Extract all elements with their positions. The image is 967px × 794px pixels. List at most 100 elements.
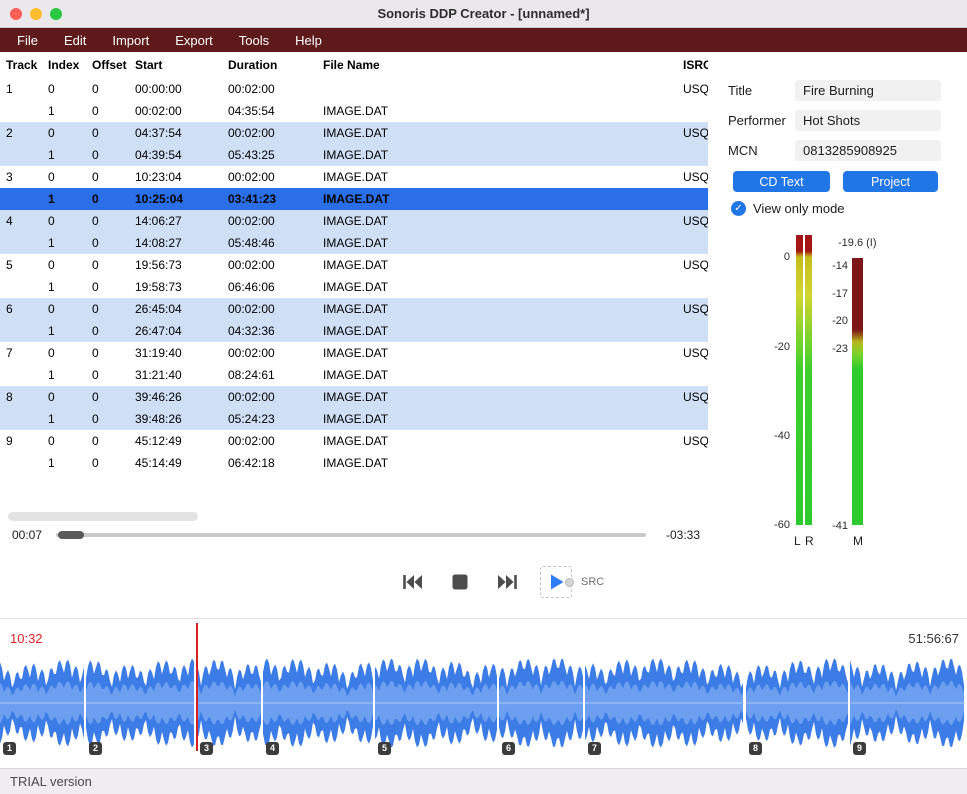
table-row[interactable]: 30010:23:0400:02:00IMAGE.DATUSQ (0, 166, 708, 188)
waveform-segment[interactable]: 9 (850, 657, 967, 749)
cell-track: 6 (0, 302, 42, 316)
track-badge: 8 (749, 742, 762, 755)
cell-file: IMAGE.DAT (317, 258, 672, 272)
playback-time-bar: 00:07 -03:33 (0, 523, 708, 546)
stop-button[interactable] (444, 566, 476, 598)
table-row[interactable]: 1026:47:0404:32:36IMAGE.DAT (0, 320, 708, 342)
performer-label: Performer (728, 110, 786, 131)
title-input[interactable] (795, 80, 941, 101)
table-body: 10000:00:0000:02:00USQ1000:02:0004:35:54… (0, 78, 708, 474)
mcn-label: MCN (728, 140, 758, 161)
cell-index: 1 (42, 280, 86, 294)
waveform-graphic (375, 657, 497, 749)
cell-duration: 05:43:25 (222, 148, 317, 162)
zoom-window-button[interactable] (50, 8, 62, 20)
cell-file: IMAGE.DAT (317, 214, 672, 228)
table-row[interactable]: 1019:58:7306:46:06IMAGE.DAT (0, 276, 708, 298)
menu-item-tools[interactable]: Tools (226, 28, 282, 52)
trial-version-label: TRIAL version (10, 774, 92, 789)
close-window-button[interactable] (10, 8, 22, 20)
waveform-segment[interactable]: 8 (746, 657, 850, 749)
meter-scale-label: -17 (778, 288, 848, 300)
cell-start: 31:21:40 (129, 368, 222, 382)
cd-text-button[interactable]: CD Text (733, 171, 830, 192)
track-badge: 6 (502, 742, 515, 755)
table-row[interactable]: 1039:48:2605:24:23IMAGE.DAT (0, 408, 708, 430)
cell-offset: 0 (86, 148, 129, 162)
menu-item-import[interactable]: Import (99, 28, 162, 52)
table-row[interactable]: 1014:08:2705:48:46IMAGE.DAT (0, 232, 708, 254)
track-badge: 1 (3, 742, 16, 755)
table-row[interactable]: 80039:46:2600:02:00IMAGE.DATUSQ (0, 386, 708, 408)
mcn-input[interactable] (795, 140, 941, 161)
waveform-graphic (86, 657, 195, 749)
column-header-offset[interactable]: Offset (86, 58, 129, 72)
column-header-index[interactable]: Index (42, 58, 86, 72)
cell-start: 04:39:54 (129, 148, 222, 162)
playback-slider[interactable] (56, 533, 646, 537)
menu-item-edit[interactable]: Edit (51, 28, 99, 52)
menu-item-help[interactable]: Help (282, 28, 335, 52)
column-header-file-name[interactable]: File Name (317, 58, 672, 72)
waveform-segment[interactable]: 7 (585, 657, 746, 749)
track-badge: 2 (89, 742, 102, 755)
cell-duration: 04:32:36 (222, 324, 317, 338)
cell-duration: 00:02:00 (222, 214, 317, 228)
project-button[interactable]: Project (843, 171, 938, 192)
next-track-button[interactable] (492, 566, 524, 598)
horizontal-scrollbar[interactable] (8, 512, 198, 521)
cell-isrc: USQ (672, 434, 708, 448)
table-row[interactable]: 60026:45:0400:02:00IMAGE.DATUSQ (0, 298, 708, 320)
cell-offset: 0 (86, 302, 129, 316)
waveform-segment[interactable]: 5 (375, 657, 499, 749)
table-row[interactable]: 1000:02:0004:35:54IMAGE.DAT (0, 100, 708, 122)
performer-input[interactable] (795, 110, 941, 131)
view-only-checkbox[interactable]: ✓ View only mode (731, 201, 845, 216)
cell-offset: 0 (86, 324, 129, 338)
cell-offset: 0 (86, 280, 129, 294)
table-row[interactable]: 90045:12:4900:02:00IMAGE.DATUSQ (0, 430, 708, 452)
remaining-time: -03:33 (656, 528, 700, 542)
cell-index: 1 (42, 456, 86, 470)
cd-text-panel: Title Performer MCN CD Text Project ✓ Vi… (708, 52, 967, 546)
column-header-track[interactable]: Track (0, 58, 42, 72)
table-row[interactable]: 1031:21:4008:24:61IMAGE.DAT (0, 364, 708, 386)
cell-isrc: USQ (672, 82, 708, 96)
cell-start: 10:25:04 (129, 192, 222, 206)
playhead-cursor[interactable] (196, 623, 198, 751)
cell-offset: 0 (86, 412, 129, 426)
window-title: Sonoris DDP Creator - [unnamed*] (0, 6, 967, 21)
minimize-window-button[interactable] (30, 8, 42, 20)
waveform-segment[interactable]: 4 (263, 657, 375, 749)
skip-back-icon (400, 570, 424, 594)
waveform-graphic (499, 657, 583, 749)
column-header-duration[interactable]: Duration (222, 58, 317, 72)
table-row[interactable]: 10000:00:0000:02:00USQ (0, 78, 708, 100)
cell-isrc: USQ (672, 126, 708, 140)
previous-track-button[interactable] (396, 566, 428, 598)
column-header-isrc[interactable]: ISRC (672, 58, 708, 72)
table-row[interactable]: 40014:06:2700:02:00IMAGE.DATUSQ (0, 210, 708, 232)
menu-item-export[interactable]: Export (162, 28, 226, 52)
cell-file: IMAGE.DAT (317, 170, 672, 184)
table-row[interactable]: 50019:56:7300:02:00IMAGE.DATUSQ (0, 254, 708, 276)
table-row[interactable]: 70031:19:4000:02:00IMAGE.DATUSQ (0, 342, 708, 364)
meter-bar-mono (852, 258, 863, 525)
cell-duration: 08:24:61 (222, 368, 317, 382)
app-window: Sonoris DDP Creator - [unnamed*] FileEdi… (0, 0, 967, 794)
waveform-segment[interactable]: 2 (86, 657, 197, 749)
waveform-segment[interactable]: 1 (0, 657, 86, 749)
table-row[interactable]: 1045:14:4906:42:18IMAGE.DAT (0, 452, 708, 474)
waveform-segment[interactable]: 3 (197, 657, 263, 749)
track-badge: 4 (266, 742, 279, 755)
waveform-segment[interactable]: 6 (499, 657, 585, 749)
menu-item-file[interactable]: File (4, 28, 51, 52)
table-row[interactable]: 1004:39:5405:43:25IMAGE.DAT (0, 144, 708, 166)
table-row[interactable]: 20004:37:5400:02:00IMAGE.DATUSQ (0, 122, 708, 144)
cell-track: 2 (0, 126, 42, 140)
table-row[interactable]: 1010:25:0403:41:23IMAGE.DAT (0, 188, 708, 210)
column-header-start[interactable]: Start (129, 58, 222, 72)
playback-slider-thumb[interactable] (58, 531, 84, 539)
cell-start: 00:00:00 (129, 82, 222, 96)
src-led-indicator[interactable] (565, 578, 574, 587)
